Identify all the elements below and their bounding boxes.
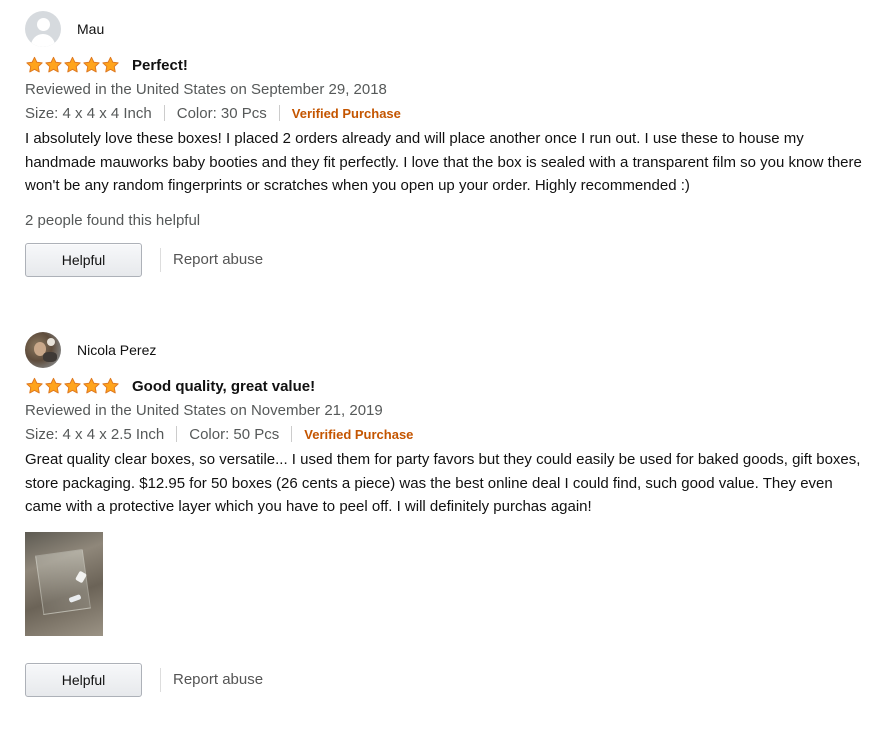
reviewer-name[interactable]: Nicola Perez [77, 342, 156, 358]
review-title[interactable]: Good quality, great value! [132, 378, 315, 395]
report-abuse-link[interactable]: Report abuse [173, 671, 263, 688]
star-icon [64, 56, 81, 73]
helpful-button-label: Helpful [61, 251, 106, 268]
star-icon [26, 377, 43, 394]
helpful-button-label: Helpful [61, 671, 106, 688]
star-icon [45, 377, 62, 394]
product-variant: Size: 4 x 4 x 4 Inch Color: 30 Pcs Verif… [25, 101, 875, 125]
helpful-count: 2 people found this helpful [25, 211, 201, 229]
star-icon [102, 377, 119, 394]
star-icon [102, 56, 119, 73]
star-icon [26, 56, 43, 73]
variant-size[interactable]: Size: 4 x 4 x 4 Inch [25, 105, 152, 122]
divider [291, 426, 293, 442]
variant-color[interactable]: Color: 30 Pcs [177, 105, 267, 122]
review-title[interactable]: Perfect! [132, 57, 188, 74]
helpful-button[interactable]: Helpful [25, 242, 142, 277]
divider [176, 426, 178, 442]
divider [163, 105, 165, 121]
default-avatar-icon[interactable] [25, 11, 61, 47]
review-date: Reviewed in the United States on Septemb… [25, 81, 387, 98]
review-date: Reviewed in the United States on Novembe… [25, 402, 383, 419]
reviewer-profile[interactable]: Nicola Perez [25, 331, 875, 369]
review-photo-thumbnail[interactable] [25, 531, 103, 636]
variant-size[interactable]: Size: 4 x 4 x 2.5 Inch [25, 426, 164, 443]
report-abuse-link[interactable]: Report abuse [173, 251, 263, 268]
star-icon [83, 56, 100, 73]
review-body: Great quality clear boxes, so versatile.… [25, 451, 861, 516]
variant-color[interactable]: Color: 50 Pcs [189, 426, 279, 443]
verified-purchase-badge[interactable]: Verified Purchase [304, 427, 413, 442]
star-icon [45, 56, 62, 73]
review-body: I absolutely love these boxes! I placed … [25, 130, 862, 195]
review-card: Nicola Perez Good quality, great value! … [25, 331, 875, 698]
review-card: Mau Perfect! Reviewed in the United Stat… [25, 10, 875, 278]
reviewer-name[interactable]: Mau [77, 21, 104, 37]
helpful-button[interactable]: Helpful [25, 662, 142, 697]
star-icon [83, 377, 100, 394]
reviewer-profile[interactable]: Mau [25, 10, 875, 48]
verified-purchase-badge[interactable]: Verified Purchase [292, 106, 401, 121]
divider [160, 247, 161, 272]
star-icon [64, 377, 81, 394]
divider [160, 667, 161, 692]
star-rating[interactable] [25, 56, 120, 74]
star-rating[interactable] [25, 377, 120, 395]
divider [278, 105, 280, 121]
profile-photo-avatar[interactable] [25, 332, 61, 368]
product-variant: Size: 4 x 4 x 2.5 Inch Color: 50 Pcs Ver… [25, 422, 875, 446]
